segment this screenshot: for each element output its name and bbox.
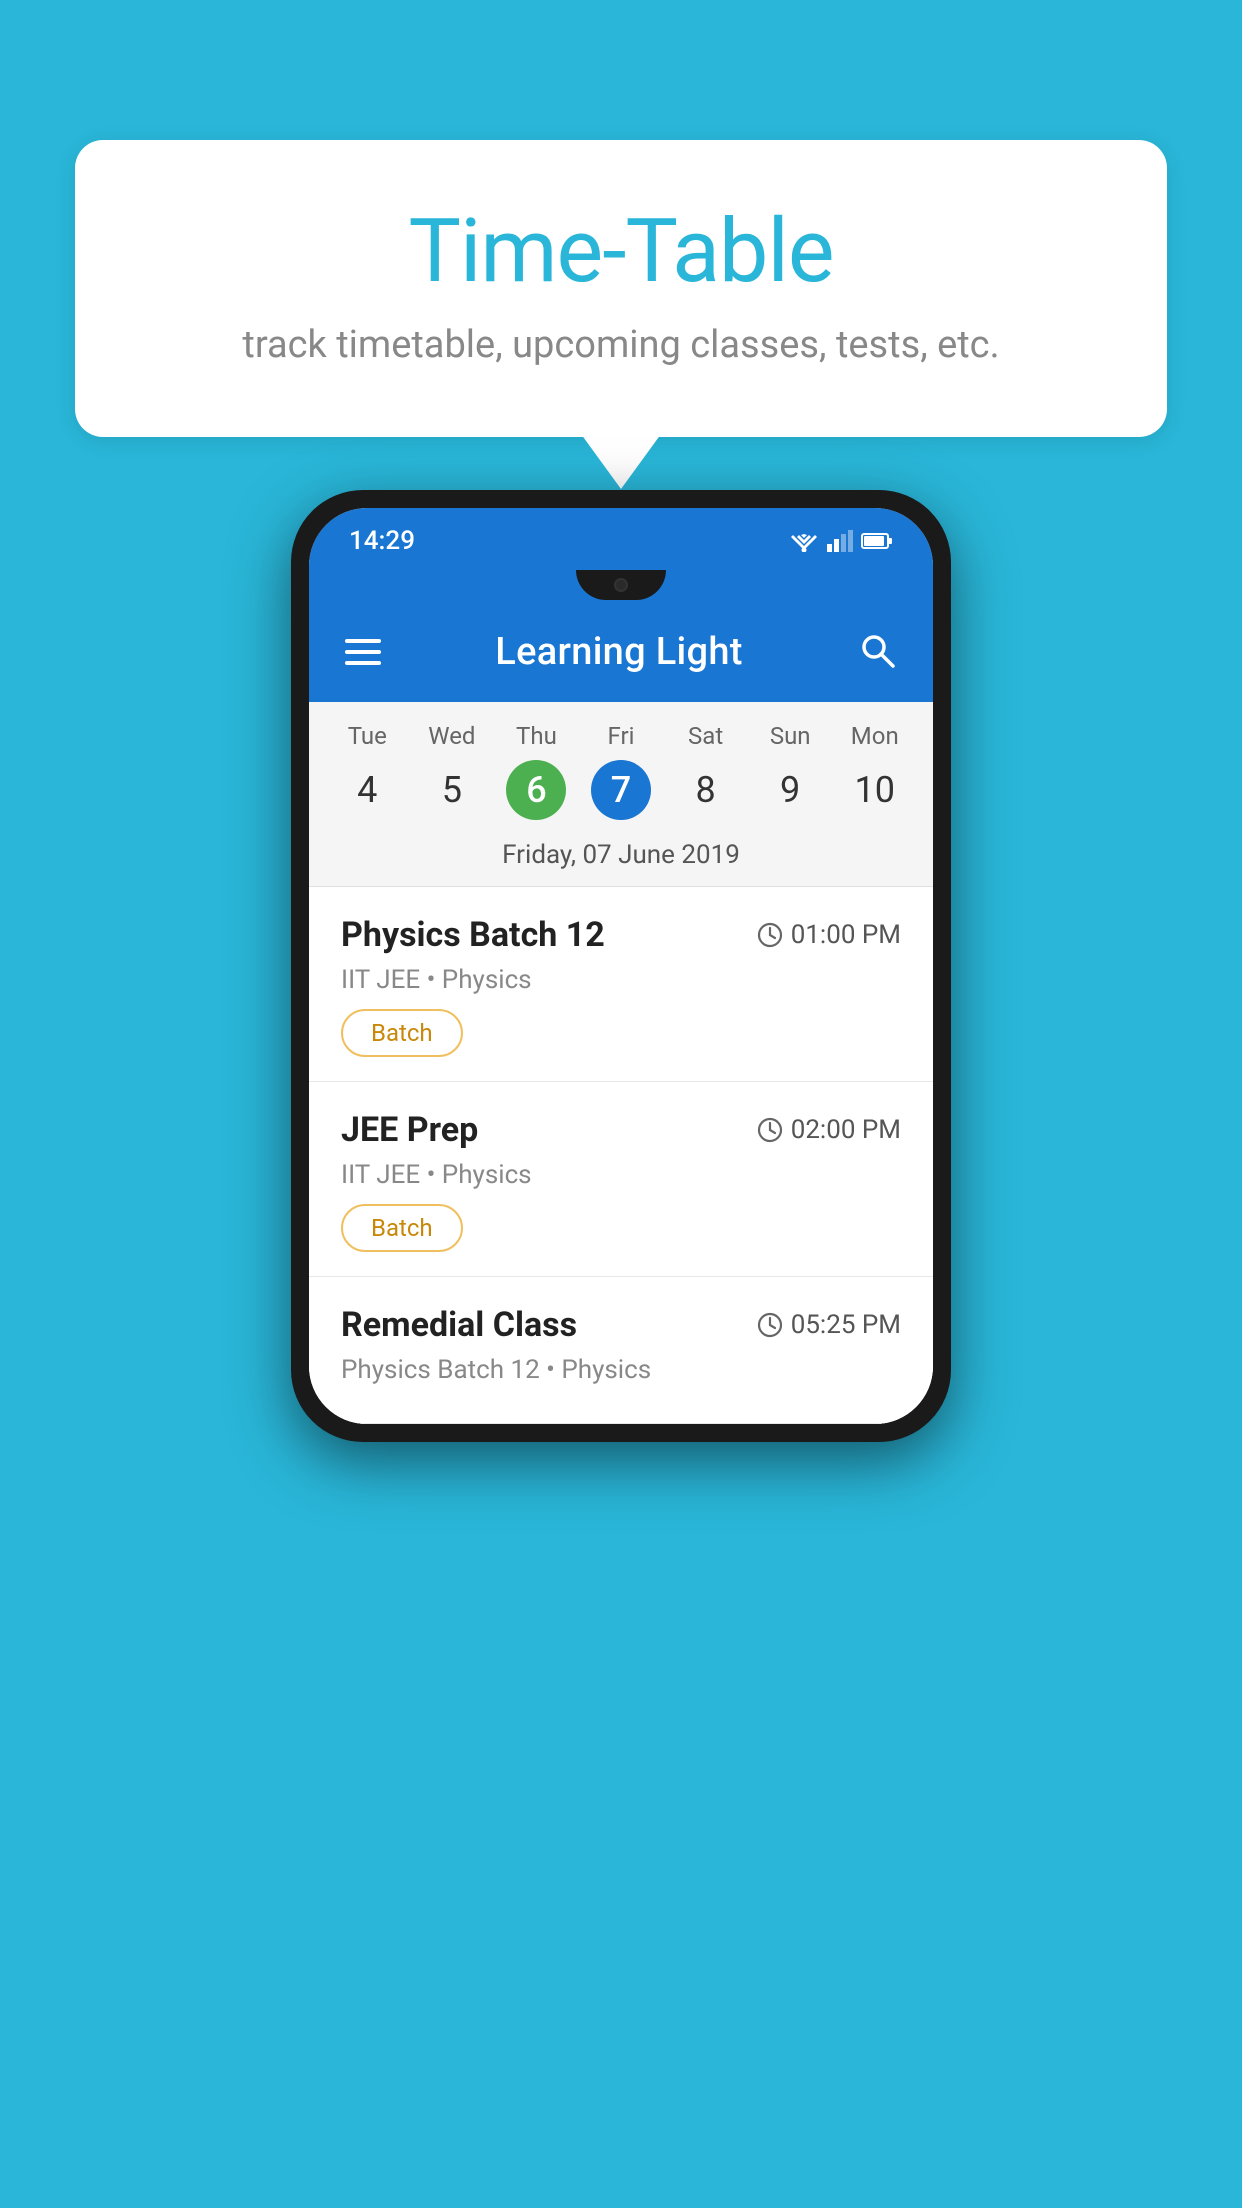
day-col-sat[interactable]: Sat 8: [663, 722, 748, 820]
camera: [614, 578, 628, 592]
schedule-item[interactable]: Remedial Class 05:25 PM Physics Batch 12 •…: [309, 1277, 933, 1424]
day-number[interactable]: 10: [845, 760, 905, 820]
days-row: Tue 4 Wed 5 Thu 6 Fri 7 Sat 8 Sun 9 Mon 10: [309, 712, 933, 826]
batch-tag: Batch: [341, 1009, 463, 1057]
wifi-icon: [789, 530, 819, 552]
schedule-title: Physics Batch 12: [341, 915, 605, 955]
phone-screen: 14:29: [309, 508, 933, 1424]
day-col-tue[interactable]: Tue 4: [325, 722, 410, 820]
notch-area: [309, 570, 933, 608]
batch-tag: Batch: [341, 1204, 463, 1252]
day-col-mon[interactable]: Mon 10: [832, 722, 917, 820]
day-number[interactable]: 5: [422, 760, 482, 820]
schedule-subtitle: IIT JEE • Physics: [341, 965, 901, 995]
schedule-item[interactable]: Physics Batch 12 01:00 PM IIT JEE • Physic…: [309, 887, 933, 1082]
schedule-item[interactable]: JEE Prep 02:00 PM IIT JEE • Physics Batch: [309, 1082, 933, 1277]
schedule-time: 02:00 PM: [757, 1115, 901, 1145]
day-number[interactable]: 4: [337, 760, 397, 820]
bubble-subtitle: track timetable, upcoming classes, tests…: [155, 323, 1087, 367]
schedule-subtitle: IIT JEE • Physics: [341, 1160, 901, 1190]
day-name: Mon: [851, 722, 899, 750]
day-name: Sun: [770, 722, 811, 750]
schedule-list: Physics Batch 12 01:00 PM IIT JEE • Physic…: [309, 887, 933, 1424]
calendar-strip: Tue 4 Wed 5 Thu 6 Fri 7 Sat 8 Sun 9 Mon 10 Friday, 07…: [309, 702, 933, 887]
day-number[interactable]: 8: [676, 760, 736, 820]
day-number[interactable]: 6: [506, 760, 566, 820]
status-bar: 14:29: [309, 508, 933, 570]
day-name: Fri: [608, 722, 635, 750]
schedule-title: Remedial Class: [341, 1305, 577, 1345]
day-col-thu[interactable]: Thu 6: [494, 722, 579, 820]
day-name: Thu: [516, 722, 557, 750]
search-button[interactable]: [857, 630, 897, 674]
day-name: Wed: [428, 722, 475, 750]
day-number[interactable]: 7: [591, 760, 651, 820]
notch: [576, 570, 666, 600]
phone-mockup: 14:29: [291, 490, 951, 1442]
schedule-time: 01:00 PM: [757, 920, 901, 950]
clock-icon: [757, 1312, 783, 1338]
menu-icon[interactable]: [345, 639, 381, 665]
schedule-title: JEE Prep: [341, 1110, 478, 1150]
speech-bubble: Time-Table track timetable, upcoming cla…: [75, 140, 1167, 437]
signal-icon: [827, 530, 853, 552]
app-bar: Learning Light: [309, 608, 933, 702]
schedule-time: 05:25 PM: [757, 1310, 901, 1340]
selected-date-label: Friday, 07 June 2019: [309, 826, 933, 887]
day-col-fri[interactable]: Fri 7: [579, 722, 664, 820]
status-icons: [789, 530, 893, 552]
phone-body: 14:29: [291, 490, 951, 1442]
schedule-subtitle: Physics Batch 12 • Physics: [341, 1355, 901, 1385]
day-col-sun[interactable]: Sun 9: [748, 722, 833, 820]
clock-icon: [757, 1117, 783, 1143]
day-col-wed[interactable]: Wed 5: [410, 722, 495, 820]
day-name: Tue: [348, 722, 387, 750]
app-title: Learning Light: [495, 630, 743, 674]
status-time: 14:29: [349, 526, 415, 556]
clock-icon: [757, 922, 783, 948]
speech-bubble-section: Time-Table track timetable, upcoming cla…: [75, 140, 1167, 437]
day-name: Sat: [688, 722, 723, 750]
bubble-title: Time-Table: [155, 200, 1087, 303]
day-number[interactable]: 9: [760, 760, 820, 820]
battery-icon: [861, 532, 893, 550]
